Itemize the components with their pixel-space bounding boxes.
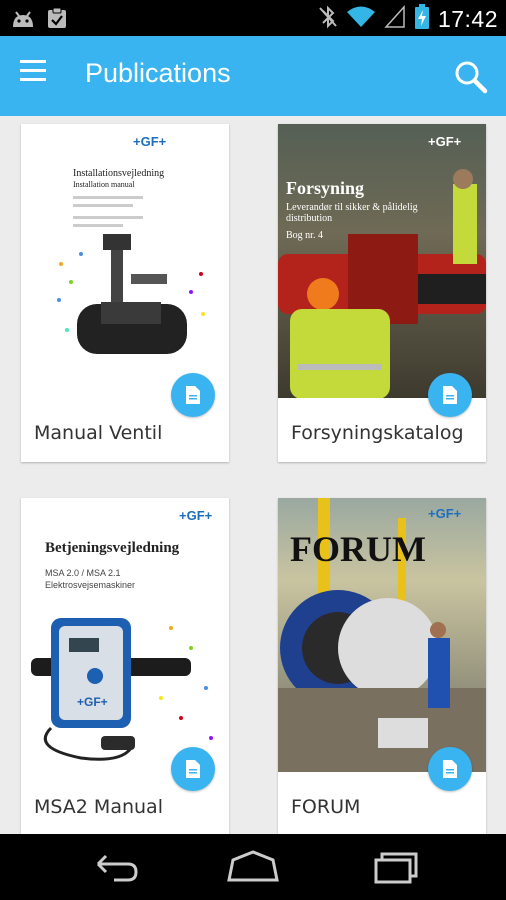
publication-cover-image: +GF+ FORUM: [278, 498, 486, 772]
publication-cover-image: +GF+ Betjeningsvejledning MSA 2.0 / MSA …: [21, 498, 229, 772]
cover-issue: Bog nr. 4: [286, 230, 323, 241]
cover-subheading-2: Elektrosvejsemaskiner: [45, 580, 136, 590]
back-icon[interactable]: [84, 846, 144, 888]
cover-heading: Betjeningsvejledning: [45, 540, 180, 556]
search-icon[interactable]: [452, 58, 490, 96]
app-bar: Publications: [0, 36, 506, 116]
page-title: Publications: [85, 58, 231, 88]
navigation-bar: [0, 834, 506, 900]
publication-title: Manual Ventil: [34, 422, 163, 444]
publication-cover-image: +GF+ Forsyning Leverandør til sikker & p…: [278, 124, 486, 398]
publication-title: Forsyningskatalog: [291, 422, 464, 444]
publication-card[interactable]: +GF+ FORUM FORUM: [278, 498, 486, 834]
wifi-icon: [346, 5, 376, 33]
recent-apps-icon[interactable]: [362, 846, 422, 888]
document-icon[interactable]: [171, 747, 215, 791]
cover-heading: Installationsvejledning: [73, 168, 165, 179]
status-bar-notifications: [10, 7, 68, 33]
cover-subheading: Installation manual: [73, 180, 135, 189]
hamburger-menu-icon[interactable]: [20, 60, 60, 92]
battery-charging-icon: [414, 4, 430, 34]
status-bar-system: 17:42: [318, 4, 498, 34]
publication-title: MSA2 Manual: [34, 796, 163, 818]
publication-cover-image: +GF+ Installationsvejledning Installatio…: [21, 124, 229, 398]
status-bar-time: 17:42: [437, 5, 498, 32]
document-icon[interactable]: [171, 373, 215, 417]
valve-illustration: [57, 234, 205, 354]
welding-machine-illustration: +GF+: [31, 618, 213, 761]
publication-card[interactable]: +GF+ Installationsvejledning Installatio…: [21, 124, 229, 462]
cover-subheading: Leverandør til sikker & pålidelig distri…: [286, 202, 418, 224]
gf-logo: +GF+: [428, 134, 462, 149]
cover-subheading: MSA 2.0 / MSA 2.1: [45, 568, 121, 578]
status-bar: 17:42: [0, 0, 506, 36]
gf-logo: +GF+: [428, 506, 462, 521]
bluetooth-off-icon: [318, 5, 338, 33]
svg-text:+GF+: +GF+: [77, 695, 108, 709]
gf-logo: +GF+: [179, 508, 213, 523]
publication-card[interactable]: +GF+ Forsyning Leverandør til sikker & p…: [278, 124, 486, 462]
signal-icon: [384, 5, 406, 33]
publication-title: FORUM: [291, 796, 361, 818]
document-icon[interactable]: [428, 747, 472, 791]
publications-grid: +GF+ Installationsvejledning Installatio…: [0, 116, 506, 834]
cover-heading: FORUM: [290, 529, 426, 569]
cover-heading: Forsyning: [286, 178, 365, 198]
clipboard-check-icon: [46, 7, 68, 33]
gf-logo: +GF+: [133, 134, 167, 149]
home-icon[interactable]: [223, 846, 283, 888]
android-icon: [10, 7, 36, 33]
document-icon[interactable]: [428, 373, 472, 417]
publication-card[interactable]: +GF+ Betjeningsvejledning MSA 2.0 / MSA …: [21, 498, 229, 834]
